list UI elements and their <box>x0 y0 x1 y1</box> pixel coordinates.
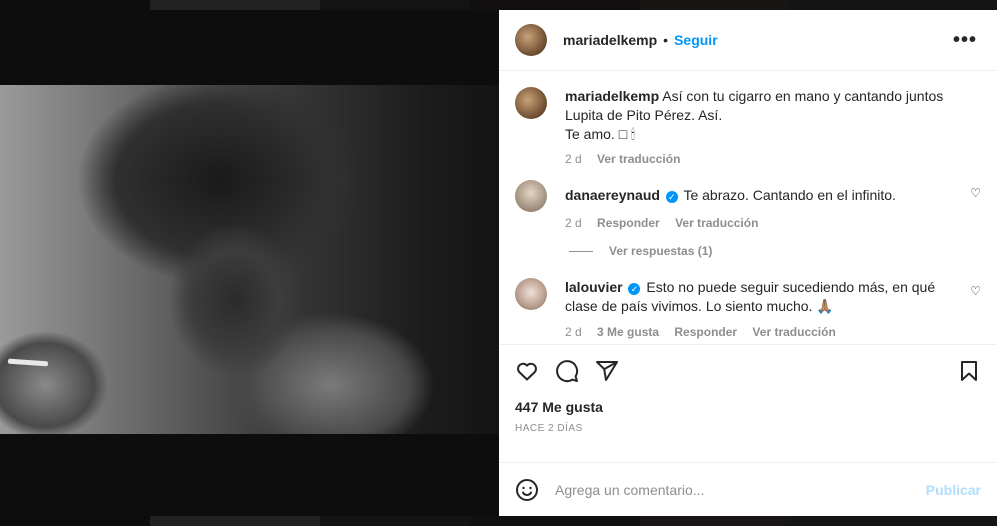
comment-item: danaereynaud ✓ Te abrazo. Cantando en el… <box>515 180 981 230</box>
comment-composer: Publicar <box>499 462 997 516</box>
caption: mariadelkemp Así con tu cigarro en mano … <box>515 87 981 166</box>
follow-button[interactable]: Seguir <box>674 32 718 48</box>
like-comment-heart-icon[interactable]: ♡ <box>970 284 981 298</box>
like-heart-icon[interactable] <box>515 359 539 383</box>
commenter-username[interactable]: danaereynaud <box>565 187 660 203</box>
comment-time[interactable]: 2 d <box>565 325 582 339</box>
comment-text: Te abrazo. Cantando en el infinito. <box>683 187 896 203</box>
cigarette-detail <box>7 358 49 367</box>
commenter-avatar[interactable] <box>515 278 547 310</box>
reply-button[interactable]: Responder <box>674 325 737 339</box>
publish-button[interactable]: Publicar <box>926 482 981 498</box>
author-username[interactable]: mariadelkemp <box>563 32 657 48</box>
caption-translate-button[interactable]: Ver traducción <box>597 152 680 166</box>
verified-badge-icon: ✓ <box>665 191 678 203</box>
post-header: mariadelkemp • Seguir ••• <box>499 10 997 71</box>
post-actions: 447 Me gusta HACE 2 DÍAS <box>499 344 997 462</box>
comments-list[interactable]: mariadelkemp Así con tu cigarro en mano … <box>499 71 997 344</box>
likes-count[interactable]: 447 Me gusta <box>515 399 981 415</box>
view-replies-label[interactable]: Ver respuestas (1) <box>609 244 712 258</box>
caption-time[interactable]: 2 d <box>565 152 582 166</box>
post-photo[interactable] <box>0 85 499 434</box>
author-avatar[interactable] <box>515 24 547 56</box>
comment-input[interactable] <box>555 481 926 498</box>
comment-item: lalouvier ✓ Esto no puede seguir sucedie… <box>515 278 981 339</box>
translate-button[interactable]: Ver traducción <box>675 216 758 230</box>
view-replies-button[interactable]: Ver respuestas (1) <box>569 244 981 258</box>
reply-button[interactable]: Responder <box>597 216 660 230</box>
comment-likes[interactable]: 3 Me gusta <box>597 325 659 339</box>
commenter-username[interactable]: lalouvier <box>565 279 623 295</box>
caption-text-line2: Te amo. □ 🕯 <box>565 126 636 142</box>
post-media <box>0 10 499 516</box>
share-paper-plane-icon[interactable] <box>595 359 619 383</box>
separator-dot: • <box>663 32 669 48</box>
commenter-avatar[interactable] <box>515 180 547 212</box>
emoji-icon[interactable] <box>515 478 539 502</box>
verified-badge-icon: ✓ <box>628 283 641 295</box>
caption-avatar[interactable] <box>515 87 547 119</box>
translate-button[interactable]: Ver traducción <box>752 325 835 339</box>
replies-line <box>569 250 593 252</box>
caption-username[interactable]: mariadelkemp <box>565 88 659 104</box>
post-timestamp[interactable]: HACE 2 DÍAS <box>515 423 981 434</box>
save-bookmark-icon[interactable] <box>957 359 981 383</box>
comment-bubble-icon[interactable] <box>555 359 579 383</box>
like-comment-heart-icon[interactable]: ♡ <box>970 186 981 200</box>
post-modal: mariadelkemp • Seguir ••• mariadelkemp A… <box>0 10 997 516</box>
more-options-icon[interactable]: ••• <box>949 29 981 52</box>
comment-time[interactable]: 2 d <box>565 216 582 230</box>
post-sidebar: mariadelkemp • Seguir ••• mariadelkemp A… <box>499 10 997 516</box>
